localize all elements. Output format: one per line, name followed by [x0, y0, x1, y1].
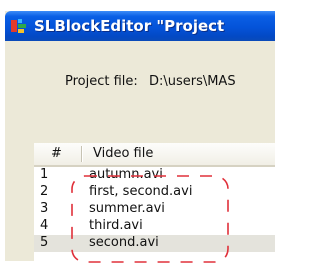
- list-rows: 1 autumn.avi 2 first, second.avi 3 summe…: [34, 167, 275, 252]
- video-file-name: first, second.avi: [89, 184, 193, 199]
- column-header-number[interactable]: #: [51, 146, 62, 161]
- window-title: SLBlockEditor "Project: [34, 17, 225, 35]
- row-number: 2: [40, 184, 49, 199]
- video-file-list[interactable]: # Video file 1 autumn.avi 2 first, secon…: [34, 143, 275, 261]
- row-number: 3: [40, 201, 49, 216]
- list-header: # Video file: [34, 143, 275, 167]
- project-file-row: Project file: D:\users\MAS: [65, 74, 236, 89]
- video-file-name: third.avi: [89, 218, 143, 233]
- video-file-name: autumn.avi: [89, 167, 163, 182]
- project-file-path: D:\users\MAS: [148, 74, 236, 89]
- video-file-name: summer.avi: [89, 201, 165, 216]
- list-item[interactable]: 4 third.avi: [34, 218, 275, 235]
- list-item-selected[interactable]: 5 second.avi: [34, 235, 275, 252]
- app-window: SLBlockEditor "Project Project file: D:\…: [5, 11, 275, 261]
- column-header-video-file[interactable]: Video file: [93, 146, 153, 161]
- blocks-app-icon: [11, 19, 26, 33]
- video-file-name: second.avi: [89, 235, 159, 250]
- list-item[interactable]: 2 first, second.avi: [34, 184, 275, 201]
- row-number: 1: [40, 167, 49, 182]
- title-bar[interactable]: SLBlockEditor "Project: [5, 11, 275, 41]
- list-item[interactable]: 1 autumn.avi: [34, 167, 275, 184]
- project-file-label: Project file:: [65, 74, 138, 89]
- column-divider[interactable]: [81, 146, 83, 162]
- row-number: 5: [40, 235, 49, 250]
- list-item[interactable]: 3 summer.avi: [34, 201, 275, 218]
- row-number: 4: [40, 218, 49, 233]
